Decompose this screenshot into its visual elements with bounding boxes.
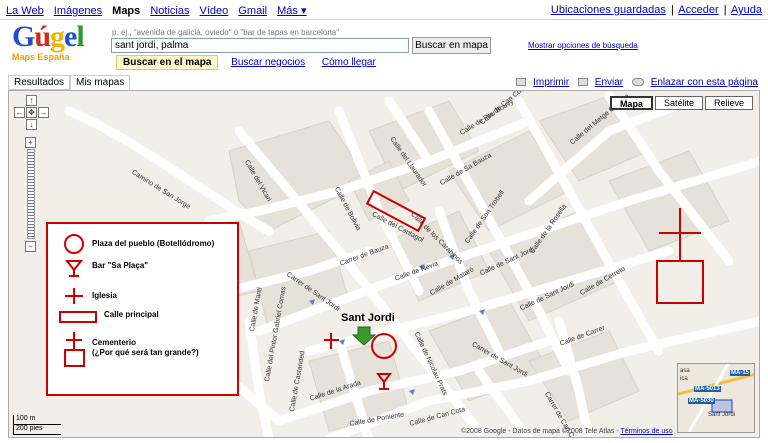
search-options-link[interactable]: Mostrar opciones de búsqueda <box>528 41 638 50</box>
nav-images[interactable]: Imágenes <box>54 5 102 17</box>
nav-more[interactable]: Más ▾ <box>277 5 306 17</box>
cross-icon <box>65 288 83 304</box>
zoom-control: + − <box>25 137 37 252</box>
top-navigation: La Web Imágenes Maps Noticias Vídeo Gmai… <box>0 0 768 20</box>
search-mode-tabs: Buscar en el mapa Buscar negocios Cómo l… <box>116 55 380 70</box>
circle-icon <box>64 234 84 254</box>
cemetery-icon <box>64 332 85 367</box>
tab-directions[interactable]: Cómo llegar <box>318 56 380 69</box>
legend-plaza-label: Plaza del pueblo (Botellódromo) <box>92 239 215 248</box>
logo-wordmark: Gúgel <box>12 20 85 53</box>
overview-road-label: MA-5030 <box>688 398 715 404</box>
legend-cemetery-label: Cementerio <box>92 338 137 347</box>
zoom-slider[interactable] <box>27 149 35 239</box>
place-label: Sant Jordi <box>341 312 395 324</box>
legend-cemetery-note: (¿Por qué será tan grande?) <box>92 348 199 357</box>
tab-search-businesses[interactable]: Buscar negocios <box>227 56 309 69</box>
search-hint: p. ej., "avenida de galicia, oviedo" o "… <box>112 28 340 37</box>
map-type-satellite-button[interactable]: Satélite <box>654 96 703 110</box>
cocktail-glass-icon <box>64 260 84 277</box>
pan-right-button[interactable]: → <box>38 107 49 118</box>
overview-place: Sant Jordi <box>708 412 736 418</box>
overview-text: asa <box>680 368 690 374</box>
legend-bar-label: Bar "Sa Plaça" <box>92 261 149 270</box>
saved-locations-link[interactable]: Ubicaciones guardadas <box>551 4 666 16</box>
annotation-legend: Plaza del pueblo (Botellódromo) Bar "Sa … <box>46 222 239 396</box>
map-type-selector: Mapa Satélite Relieve <box>608 96 753 110</box>
map-type-terrain-button[interactable]: Relieve <box>704 96 753 110</box>
help-link[interactable]: Ayuda <box>731 4 762 16</box>
logo[interactable]: Gúgel Maps España <box>12 22 108 66</box>
nav-gmail[interactable]: Gmail <box>238 5 267 17</box>
map-actions: Imprimir Enviar Enlazar con esta página <box>510 77 758 88</box>
scale-metric: 100 m <box>13 415 61 425</box>
print-link[interactable]: Imprimir <box>533 77 569 88</box>
nav-web[interactable]: La Web <box>6 5 44 17</box>
link-to-page[interactable]: Enlazar con esta página <box>651 77 758 88</box>
sign-in-link[interactable]: Acceder <box>678 4 718 16</box>
legend-church-label: Iglesia <box>92 291 117 300</box>
printer-icon <box>516 78 527 87</box>
overview-text: ica <box>680 376 688 382</box>
zoom-in-button[interactable]: + <box>25 137 36 148</box>
map-type-map-button[interactable]: Mapa <box>609 96 653 110</box>
overview-road-label: MA-5013 <box>694 386 721 392</box>
scale-bar: 100 m 200 pies <box>13 415 61 435</box>
nav-video[interactable]: Vídeo <box>200 5 229 17</box>
map-copyright: ©2008 Google - Datos de mapa ©2008 Tele … <box>461 428 673 435</box>
pan-left-button[interactable]: ← <box>14 107 25 118</box>
pan-control: ↑ ← ✥ → ↓ <box>13 95 51 135</box>
send-link[interactable]: Enviar <box>595 77 623 88</box>
separator: | <box>670 4 674 16</box>
copyright-text: ©2008 Google - Datos de mapa ©2008 Tele … <box>461 428 619 435</box>
nav-maps: Maps <box>112 5 141 17</box>
legend-street-label: Calle principal <box>104 310 159 319</box>
tab-search-map[interactable]: Buscar en el mapa <box>116 55 219 70</box>
overview-map[interactable]: asa ica MA-15 MA-5013 MA-5030 Sant Jordi <box>677 363 755 433</box>
account-nav: Ubicaciones guardadas | Acceder | Ayuda <box>551 4 762 16</box>
separator: | <box>723 4 727 16</box>
search-map-button[interactable]: Buscar en mapa <box>412 37 491 54</box>
map-canvas[interactable]: Camino de San Jorge Calle del Vicari Cal… <box>8 90 760 438</box>
pan-down-button[interactable]: ↓ <box>26 119 37 130</box>
pan-up-button[interactable]: ↑ <box>26 95 37 106</box>
envelope-icon <box>578 78 588 87</box>
zoom-out-button[interactable]: − <box>25 241 36 252</box>
terms-link[interactable]: Términos de uso <box>621 428 673 435</box>
nav-news[interactable]: Noticias <box>150 5 189 17</box>
scale-imperial: 200 pies <box>13 425 61 435</box>
link-icon <box>631 78 644 87</box>
search-input[interactable] <box>111 38 409 53</box>
logo-subtitle: Maps España <box>12 52 70 62</box>
services-nav: La Web Imágenes Maps Noticias Vídeo Gmai… <box>6 4 314 17</box>
overview-road-label: MA-15 <box>730 370 751 376</box>
rectangle-icon <box>59 311 97 323</box>
center-button[interactable]: ✥ <box>26 107 37 118</box>
tab-results[interactable]: Resultados <box>8 75 71 90</box>
tab-my-maps[interactable]: Mis mapas <box>70 75 131 90</box>
